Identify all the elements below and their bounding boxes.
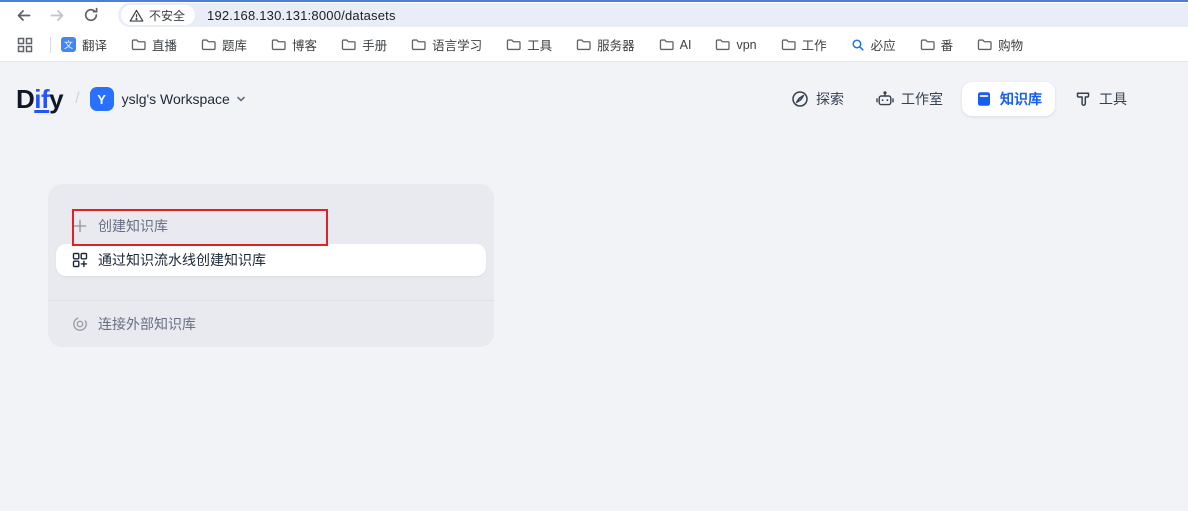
forward-button[interactable] [44,4,70,26]
bookmark-item[interactable]: 必应 [851,35,896,54]
browser-window: 不安全 192.168.130.131:8000/datasets 文翻译 直播 题… [0,0,1188,511]
back-button[interactable] [10,4,36,26]
bookmark-item[interactable]: vpn [715,38,756,52]
card-spacer [48,276,494,300]
knowledge-icon [975,90,993,108]
bookmark-label: 必应 [871,35,896,54]
nav-item-label: 知识库 [1000,89,1042,109]
bookmarks-bar: 文翻译 直播 题库 博客 手册 语言学习 工具 服务器 AI vpn 工作 必应 番 购物 [0,28,1188,62]
bookmark-item[interactable]: 工具 [506,35,552,54]
workspace-name[interactable]: yslg's Workspace [122,91,230,107]
forward-arrow-icon [49,7,66,24]
connect-external-kb-label: 连接外部知识库 [98,314,196,334]
bookmark-item[interactable]: 番 [920,35,954,54]
bookmark-item[interactable]: 文翻译 [61,35,107,54]
bookmark-label: 博客 [292,35,317,54]
bookmark-label: 工作 [802,35,827,54]
bookmark-item[interactable]: 语言学习 [411,35,482,54]
folder-icon [781,38,796,51]
apps-shortcut-button[interactable] [12,34,38,56]
app-header: Dify / Y yslg's Workspace 探索 工作室 知识库 工具 [0,62,1188,116]
browser-toolbar: 不安全 192.168.130.131:8000/datasets [0,2,1188,28]
nav-item-knowledge[interactable]: 知识库 [962,82,1055,116]
explore-icon [791,90,809,108]
nav-item-label: 探索 [816,89,844,109]
nav-item-label: 工具 [1099,89,1127,109]
create-dataset-label: 创建知识库 [98,216,168,236]
nav-item-explore[interactable]: 探索 [778,82,857,116]
folder-icon [715,38,730,51]
chevron-down-icon[interactable] [234,92,248,106]
pipeline-blocks-icon [72,252,88,268]
folder-icon [659,38,674,51]
folder-icon [576,38,591,51]
nav-item-studio[interactable]: 工作室 [863,82,956,116]
create-dataset-menu: 创建知识库 通过知识流水线创建知识库 连接外部知识库 [48,184,494,347]
apps-grid-icon [17,37,33,53]
bookmark-label: 购物 [998,35,1023,54]
warning-triangle-icon [129,9,144,22]
security-chip[interactable]: 不安全 [121,5,195,25]
bookmark-label: 语言学习 [432,35,482,54]
create-dataset-button[interactable]: 创建知识库 [48,208,494,244]
security-label: 不安全 [149,7,185,24]
main-nav: 探索 工作室 知识库 工具 [778,82,1140,116]
external-knowledge-icon [72,316,88,332]
folder-icon [506,38,521,51]
bookmark-label: 翻译 [82,35,107,54]
folder-icon [201,38,216,51]
nav-item-tools[interactable]: 工具 [1061,82,1140,116]
reload-icon [83,7,99,23]
bookmark-item[interactable]: 购物 [977,35,1023,54]
bookmarks-separator [50,37,51,53]
bookmark-item[interactable]: 手册 [341,35,387,54]
reload-button[interactable] [78,4,104,26]
connect-external-kb-button[interactable]: 连接外部知识库 [48,301,494,347]
plus-icon [72,218,88,234]
bookmark-item[interactable]: 服务器 [576,35,635,54]
bookmark-label: vpn [736,38,756,52]
bookmark-label: 工具 [527,35,552,54]
bookmark-item[interactable]: 博客 [271,35,317,54]
folder-icon [271,38,286,51]
dify-logo[interactable]: Dify [16,86,63,112]
create-from-pipeline-button[interactable]: 通过知识流水线创建知识库 [56,244,486,276]
dify-app: Dify / Y yslg's Workspace 探索 工作室 知识库 工具 创建知… [0,62,1188,511]
nav-item-label: 工作室 [901,89,943,109]
folder-icon [920,38,935,51]
bookmark-label: 手册 [362,35,387,54]
tools-icon [1074,90,1092,108]
bookmark-item[interactable]: 题库 [201,35,247,54]
folder-icon [977,38,992,51]
folder-icon [341,38,356,51]
folder-icon [131,38,146,51]
bookmark-item[interactable]: AI [659,38,692,52]
bookmark-label: 服务器 [597,35,635,54]
bookmarks-list: 文翻译 直播 题库 博客 手册 语言学习 工具 服务器 AI vpn 工作 必应 番 购物 [61,35,1047,54]
address-bar[interactable]: 不安全 192.168.130.131:8000/datasets [118,3,1188,27]
bookmark-label: 题库 [222,35,247,54]
workspace-avatar[interactable]: Y [90,87,114,111]
create-from-pipeline-label: 通过知识流水线创建知识库 [98,250,266,270]
studio-icon [876,90,894,108]
search-icon [851,38,865,52]
folder-icon [411,38,426,51]
breadcrumb-slash: / [75,90,79,108]
translate-icon: 文 [61,37,76,52]
bookmark-item[interactable]: 工作 [781,35,827,54]
bookmark-label: 直播 [152,35,177,54]
bookmark-item[interactable]: 直播 [131,35,177,54]
bookmark-label: 番 [941,35,954,54]
back-arrow-icon [15,7,32,24]
url-text: 192.168.130.131:8000/datasets [207,8,396,23]
bookmark-label: AI [680,38,692,52]
